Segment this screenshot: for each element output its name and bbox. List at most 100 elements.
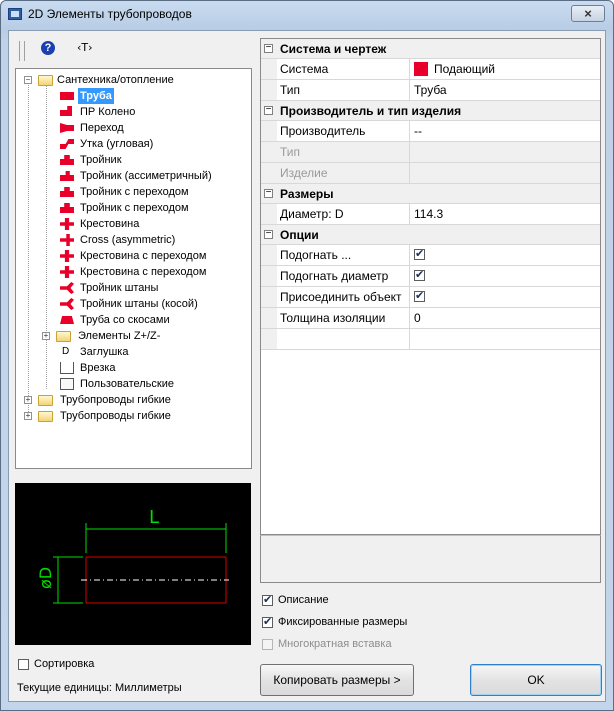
fit-checkbox[interactable] (414, 247, 425, 260)
collapse-toggle[interactable]: − (264, 188, 273, 198)
text-tag-icon[interactable]: ‹T› (77, 41, 93, 54)
prop-value-disabled (410, 163, 600, 183)
cross-reducer-icon (60, 250, 74, 262)
prop-row-manufacturer[interactable]: Производитель -- (261, 121, 600, 142)
folder-icon (56, 331, 71, 342)
custom-icon (60, 378, 74, 390)
prop-row-product-disabled: Изделие (261, 163, 600, 184)
fit-diameter-checkbox[interactable] (414, 268, 425, 281)
collapse-toggle[interactable]: − (264, 105, 273, 115)
units-text: Текущие единицы: Миллиметры (17, 682, 182, 694)
row-gutter (261, 163, 277, 183)
prop-name: Тип (277, 80, 410, 100)
row-gutter (261, 329, 277, 349)
tree-line (28, 81, 29, 416)
prop-name: Толщина изоляции (277, 308, 410, 328)
attach-object-checkbox[interactable] (414, 289, 425, 302)
cross-icon (60, 234, 74, 246)
category-sizes[interactable]: − Размеры (261, 184, 600, 204)
tree-item-label: Труба (78, 88, 114, 104)
prop-row-attach[interactable]: Присоединить объект (261, 287, 600, 308)
sort-checkbox[interactable] (18, 659, 29, 670)
prop-name (277, 329, 410, 349)
system-color-swatch (414, 62, 428, 76)
category-manufacturer[interactable]: − Производитель и тип изделия (261, 101, 600, 121)
prop-name: Диаметр: D (277, 204, 410, 224)
prop-value-insulation[interactable]: 0 (414, 308, 421, 328)
prop-name: Подогнать ... (277, 245, 410, 265)
description-checkbox[interactable] (262, 593, 273, 606)
tree-item-label: Заглушка (80, 346, 129, 358)
help-icon[interactable]: ? (41, 41, 55, 55)
cap-icon: D (62, 346, 70, 357)
property-description-area (260, 535, 601, 583)
category-system[interactable]: − Система и чертеж (261, 39, 600, 59)
row-gutter (261, 204, 277, 224)
prop-name: Присоединить объект (277, 287, 410, 307)
prop-row-type[interactable]: Тип Труба (261, 80, 600, 101)
expand-toggle[interactable]: + (24, 396, 32, 404)
tree-item-label: Переход (80, 122, 124, 134)
prop-name: Система (277, 59, 410, 79)
category-label: Размеры (280, 187, 334, 201)
category-label: Система и чертеж (280, 42, 387, 56)
toolbar-grip (19, 41, 25, 61)
tap-icon (60, 362, 74, 374)
category-options[interactable]: − Опции (261, 225, 600, 245)
collapse-toggle[interactable]: − (264, 229, 273, 239)
wye-icon (60, 282, 74, 294)
prop-value-type[interactable]: Труба (414, 80, 447, 100)
prop-name: Производитель (277, 121, 410, 141)
tree-item-label: Тройник (80, 154, 122, 166)
prop-value-system[interactable]: Подающий (434, 59, 495, 79)
element-tree[interactable]: − Сантехника/отопление Труба ПР Колено П… (15, 68, 252, 469)
close-button[interactable]: × (571, 5, 605, 22)
category-label: Производитель и тип изделия (280, 104, 462, 118)
offset-icon (60, 139, 74, 149)
tree-node-label: Сантехника/отопление (57, 74, 174, 86)
tree-item-label: Утка (угловая) (80, 138, 154, 150)
row-gutter (261, 287, 277, 307)
dialog-window: 2D Элементы трубопроводов × ? ‹T› − Сант… (0, 0, 614, 711)
prop-row-fit[interactable]: Подогнать ... (261, 245, 600, 266)
fixed-sizes-checkbox[interactable] (262, 615, 273, 628)
prop-value-manufacturer[interactable]: -- (414, 121, 422, 141)
expand-toggle[interactable]: + (24, 412, 32, 420)
tree-item-label: Крестовина с переходом (80, 266, 207, 278)
dialog-client-area: ? ‹T› − Сантехника/отопление Труба ПР Ко… (8, 30, 606, 702)
prop-row-system[interactable]: Система Подающий (261, 59, 600, 80)
preview-panel: L øD (15, 483, 251, 645)
prop-value-diameter[interactable]: 114.3 (414, 204, 443, 224)
prop-name: Подогнать диаметр (277, 266, 410, 286)
tee-icon (60, 155, 74, 165)
multi-insert-label: Многократная вставка (278, 638, 392, 650)
tree-node-label: Элементы Z+/Z- (78, 330, 161, 342)
tree-item-label: Cross (asymmetric) (80, 234, 176, 246)
tree-node-root[interactable]: − Сантехника/отопление (24, 72, 244, 88)
prop-name: Изделие (277, 163, 410, 183)
tree-item-label: ПР Колено (80, 106, 136, 118)
row-gutter (261, 308, 277, 328)
copy-sizes-button[interactable]: Копировать размеры > (260, 664, 414, 696)
prop-row-fit-diameter[interactable]: Подогнать диаметр (261, 266, 600, 287)
multi-insert-checkbox (262, 639, 273, 650)
diameter-label: øD (36, 567, 55, 589)
title-bar: 2D Элементы трубопроводов × (1, 1, 613, 29)
prop-row-insulation[interactable]: Толщина изоляции 0 (261, 308, 600, 329)
tree-item-label: Пользовательские (80, 378, 174, 390)
collapse-toggle[interactable]: − (264, 43, 273, 53)
row-gutter (261, 266, 277, 286)
elbow-icon (60, 106, 72, 116)
property-grid[interactable]: − Система и чертеж Система Подающий Тип … (260, 38, 601, 535)
tree-item-label: Тройник (ассиметричный) (80, 170, 212, 182)
pipe-icon (60, 92, 74, 100)
expand-toggle[interactable]: + (42, 332, 50, 340)
length-label: L (149, 507, 159, 528)
prop-row-empty (261, 329, 600, 350)
folder-icon (38, 411, 53, 422)
ok-button[interactable]: OK (470, 664, 602, 696)
folder-icon (38, 395, 53, 406)
prop-row-diameter[interactable]: Диаметр: D 114.3 (261, 204, 600, 225)
tree-node-label: Трубопроводы гибкие (60, 410, 171, 422)
collapse-toggle[interactable]: − (24, 76, 32, 84)
